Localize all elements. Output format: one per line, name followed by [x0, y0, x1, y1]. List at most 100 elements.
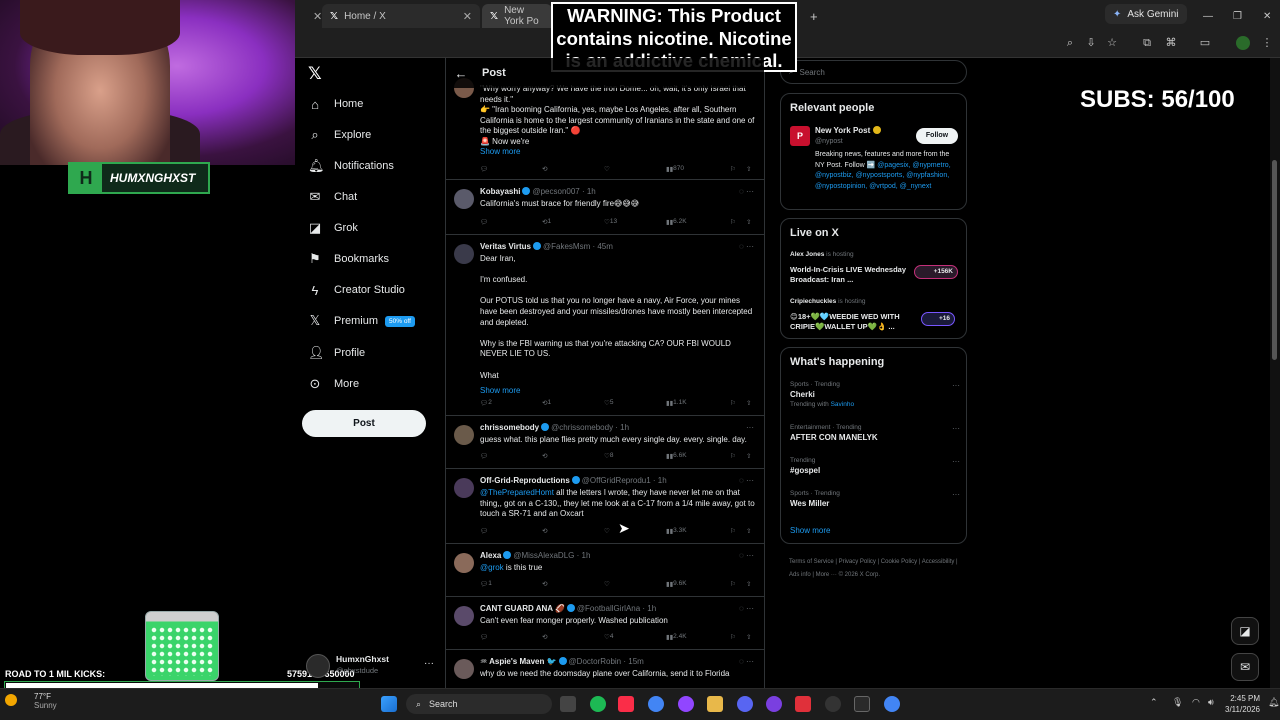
- reply-tweet[interactable]: CANT GUARD ANA 🏈 @FootballGirlAna · 1h ◌ …: [446, 598, 764, 650]
- share-icon[interactable]: ⇧: [746, 165, 751, 173]
- like-count[interactable]: ♡ 5: [604, 399, 613, 407]
- taskbar-search[interactable]: ⌕ Search: [406, 694, 552, 714]
- live-host[interactable]: Alex Jones is hosting: [790, 251, 854, 258]
- repost-icon[interactable]: ⟲: [542, 452, 547, 460]
- tweet-more-icon[interactable]: ···: [746, 423, 754, 432]
- share-icon[interactable]: ⇧: [746, 580, 751, 588]
- bookmark-icon[interactable]: ⚐: [730, 633, 736, 641]
- reply-tweet[interactable]: Alexa @MissAlexaDLG · 1h ◌ ··· @grok is t…: [446, 545, 764, 597]
- post-button[interactable]: Post: [302, 410, 426, 437]
- weather-widget[interactable]: 77°F Sunny: [14, 692, 57, 710]
- spotify-icon[interactable]: [590, 696, 606, 712]
- puzzle-icon[interactable]: ⌘: [1164, 36, 1178, 50]
- search-input[interactable]: ⌕ Search: [780, 60, 967, 84]
- nav-notifications[interactable]: 🔔︎ Notifications: [308, 155, 394, 177]
- zoom-icon[interactable]: ⌕: [1063, 36, 1077, 50]
- reply-icon[interactable]: 💬︎: [480, 165, 488, 173]
- reply-count[interactable]: 💬︎ 2: [480, 399, 492, 407]
- like-count[interactable]: ♡ 4: [604, 633, 613, 641]
- live-title[interactable]: World-In-Crisis LIVE Wednesday Broadcast…: [790, 265, 910, 285]
- maximize-button[interactable]: ❐: [1225, 4, 1250, 28]
- reply-tweet[interactable]: chrissomebody @chrissomebody · 1h ··· gue…: [446, 417, 764, 469]
- tab-home-x[interactable]: 𝕏 Home / X ✕: [322, 4, 480, 28]
- system-clock[interactable]: 2:45 PM 3/11/2026: [1225, 693, 1260, 715]
- trend-item[interactable]: Trending #gospel ···: [790, 457, 960, 475]
- reply-tweet[interactable]: "Why worry anyway? We have the Iron Dome…: [446, 78, 764, 180]
- trend-more-icon[interactable]: ···: [952, 490, 960, 499]
- repost-count[interactable]: ⟲ 1: [542, 399, 551, 407]
- bookmark-icon[interactable]: ⚐: [730, 452, 736, 460]
- bookmark-icon[interactable]: ⚐: [730, 527, 736, 535]
- views-count[interactable]: ▮▮ 2.4K: [666, 633, 687, 641]
- account-switcher[interactable]: HumxnGhxst @ghxstdude ···: [306, 652, 436, 682]
- grok-icon[interactable]: ◪: [1231, 617, 1259, 645]
- trend-more-icon[interactable]: ···: [952, 381, 960, 390]
- reply-tweet[interactable]: Kobayashi @pecson007 · 1h ◌ ··· Californi…: [446, 181, 764, 235]
- avatar[interactable]: [454, 659, 474, 679]
- live-listener-count[interactable]: +156K: [914, 265, 958, 279]
- share-icon[interactable]: ⇧: [746, 399, 751, 407]
- more-icon[interactable]: ···: [424, 658, 434, 669]
- extension-icon[interactable]: ⧉: [1140, 36, 1154, 50]
- trend-item[interactable]: Sports · Trending Cherki Trending with S…: [790, 381, 960, 408]
- live-host[interactable]: Cripiechuckles is hosting: [790, 298, 866, 305]
- repost-icon[interactable]: ⟲: [542, 580, 547, 588]
- notification-icon[interactable]: 🔔︎: [1268, 697, 1279, 708]
- messages-icon[interactable]: ✉: [1231, 653, 1259, 681]
- views-count[interactable]: ▮▮ 6.2K: [666, 218, 687, 226]
- nav-creator-studio[interactable]: ϟ Creator Studio: [308, 279, 405, 301]
- repost-icon[interactable]: ⟲: [542, 633, 547, 641]
- nav-chat[interactable]: ✉ Chat: [308, 186, 358, 208]
- close-icon[interactable]: ✕: [463, 10, 472, 23]
- tray-chevron-icon[interactable]: ⌃: [1150, 697, 1158, 708]
- reply-icon[interactable]: 💬︎: [480, 633, 488, 641]
- views-count[interactable]: ▮▮ 3.3K: [666, 527, 687, 535]
- discord-icon[interactable]: [737, 696, 753, 712]
- obs-icon[interactable]: [678, 696, 694, 712]
- like-count[interactable]: ♡ 8: [604, 452, 613, 460]
- app-icon[interactable]: [795, 696, 811, 712]
- back-arrow-icon[interactable]: ←: [446, 66, 476, 81]
- nav-explore[interactable]: ⌕ Explore: [308, 124, 371, 146]
- footer-links[interactable]: Terms of Service | Privacy Policy | Cook…: [789, 556, 969, 582]
- account-name[interactable]: New York Post: [815, 126, 881, 135]
- reply-icon[interactable]: 💬︎: [480, 218, 488, 226]
- tweet-more-icon[interactable]: ◌ ···: [739, 476, 754, 485]
- x-logo-icon[interactable]: 𝕏: [308, 64, 322, 84]
- bookmark-icon[interactable]: ⚐: [730, 218, 736, 226]
- views-count[interactable]: ▮▮ 870: [666, 165, 684, 173]
- avatar[interactable]: [454, 478, 474, 498]
- avatar[interactable]: [454, 553, 474, 573]
- tweet-more-icon[interactable]: ◌ ···: [739, 604, 754, 613]
- volume-icon[interactable]: 🔊︎: [1208, 697, 1214, 708]
- like-icon[interactable]: ♡: [604, 580, 610, 588]
- live-listener-count[interactable]: +16: [921, 312, 955, 326]
- trend-item[interactable]: Entertainment · Trending AFTER CON MANEL…: [790, 424, 960, 442]
- follow-button[interactable]: Follow: [916, 128, 958, 144]
- nypost-avatar[interactable]: P: [790, 126, 810, 146]
- nav-premium[interactable]: 𝕏 Premium: [308, 310, 378, 332]
- mention-link[interactable]: @grok: [480, 563, 504, 572]
- nav-home[interactable]: ⌂ Home: [308, 93, 363, 115]
- tweet-more-icon[interactable]: ◌ ···: [739, 242, 754, 251]
- share-icon[interactable]: ⇧: [746, 633, 751, 641]
- chrome-icon[interactable]: [884, 696, 900, 712]
- scrollbar[interactable]: [1270, 58, 1280, 688]
- nav-profile[interactable]: 👤︎ Profile: [308, 342, 365, 364]
- file-explorer-icon[interactable]: [707, 696, 723, 712]
- trend-more-icon[interactable]: ···: [952, 424, 960, 433]
- trend-item[interactable]: Sports · Trending Wes Miller ···: [790, 490, 960, 508]
- repost-icon[interactable]: ⟲: [542, 527, 547, 535]
- scrollbar-thumb[interactable]: [1272, 160, 1277, 360]
- share-icon[interactable]: ⇧: [746, 218, 751, 226]
- live-title[interactable]: 😊18+💚🩵WEEDIE WED WITH CRIPIE💚WALLET UP💚👌…: [790, 312, 915, 332]
- bookmark-icon[interactable]: ⚐: [730, 399, 736, 407]
- avatar[interactable]: [454, 606, 474, 626]
- show-more-link[interactable]: Show more: [480, 147, 520, 156]
- install-icon[interactable]: ⇩: [1084, 36, 1098, 50]
- bookmark-icon[interactable]: ⚐: [730, 165, 736, 173]
- wifi-icon[interactable]: ◠: [1192, 697, 1200, 708]
- window-close-button[interactable]: ✕: [1255, 4, 1279, 28]
- chrome-icon[interactable]: [648, 696, 664, 712]
- repost-count[interactable]: ⟲ 1: [542, 218, 551, 226]
